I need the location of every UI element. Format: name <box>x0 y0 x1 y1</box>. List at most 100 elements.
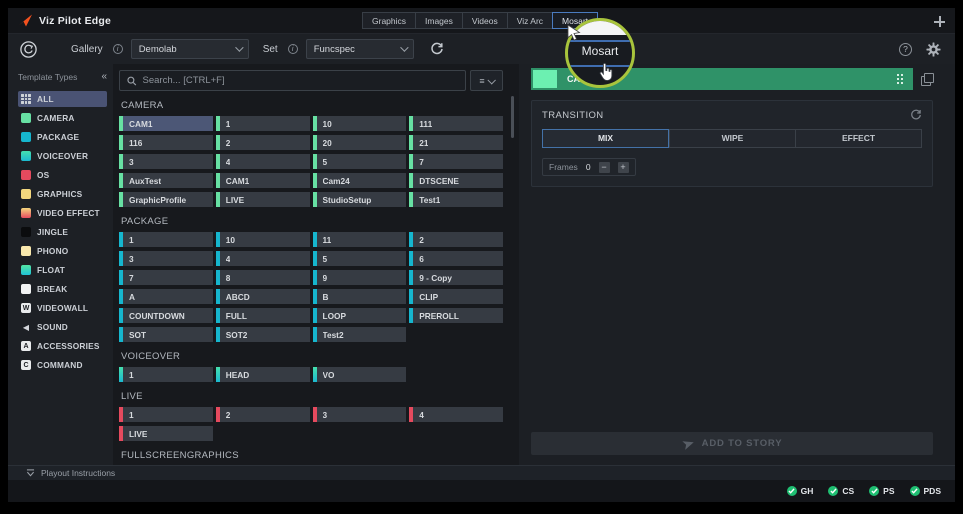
template-item-label: B <box>323 292 329 302</box>
template-type-stripe <box>313 308 317 323</box>
template-item[interactable]: Test2 <box>313 327 407 342</box>
template-item[interactable]: 6 <box>409 251 503 266</box>
template-item[interactable]: 21 <box>409 135 503 150</box>
gallery-select[interactable]: Demolab <box>131 39 249 59</box>
sidebar-item-sound[interactable]: ◀SOUND <box>18 319 107 335</box>
template-item[interactable]: 3 <box>119 251 213 266</box>
playout-instructions-bar[interactable]: Playout Instructions <box>8 465 955 480</box>
set-select[interactable]: Funcspec <box>306 39 414 59</box>
template-item[interactable]: Cam24 <box>313 173 407 188</box>
help-icon[interactable]: ? <box>899 43 912 56</box>
collapse-sidebar-icon[interactable]: « <box>101 71 107 82</box>
template-item[interactable]: 10 <box>216 232 310 247</box>
template-item[interactable]: LIVE <box>119 426 213 441</box>
template-item[interactable]: AuxTest <box>119 173 213 188</box>
template-item[interactable]: 9 - Copy <box>409 270 503 285</box>
sidebar-item-os[interactable]: OS <box>18 167 107 183</box>
refresh-icon[interactable] <box>430 42 444 56</box>
template-item[interactable]: 20 <box>313 135 407 150</box>
add-panel-icon[interactable] <box>934 16 945 27</box>
sidebar-item-jingle[interactable]: JINGLE <box>18 224 107 240</box>
sidebar-item-videowall[interactable]: WVIDEOWALL <box>18 300 107 316</box>
sidebar-item-all[interactable]: ALL <box>18 91 107 107</box>
template-item[interactable]: 4 <box>216 251 310 266</box>
sidebar-item-phono[interactable]: PHONO <box>18 243 107 259</box>
template-item[interactable]: 2 <box>409 232 503 247</box>
template-item[interactable]: Test1 <box>409 192 503 207</box>
sidebar-item-break[interactable]: BREAK <box>18 281 107 297</box>
top-tab-viz-arc[interactable]: Viz Arc <box>507 12 552 29</box>
template-item[interactable]: SOT <box>119 327 213 342</box>
sidebar-item-command[interactable]: CCOMMAND <box>18 357 107 373</box>
template-item[interactable]: PREROLL <box>409 308 503 323</box>
grid-all-icon <box>21 94 31 104</box>
template-item-label: DTSCENE <box>419 176 459 186</box>
template-item[interactable]: B <box>313 289 407 304</box>
template-item[interactable]: SOT2 <box>216 327 310 342</box>
add-to-story-button[interactable]: ADD TO STORY <box>531 432 933 455</box>
template-item[interactable]: 116 <box>119 135 213 150</box>
sidebar-item-float[interactable]: FLOAT <box>18 262 107 278</box>
sidebar-header: Template Types « <box>18 71 107 82</box>
template-type-stripe <box>313 173 317 188</box>
reset-transition-icon[interactable] <box>910 109 922 121</box>
sidebar-item-camera[interactable]: CAMERA <box>18 110 107 126</box>
top-tab-videos[interactable]: Videos <box>462 12 507 29</box>
sidebar-item-video-effect[interactable]: VIDEO EFFECT <box>18 205 107 221</box>
template-item[interactable]: LIVE <box>216 192 310 207</box>
template-type-stripe <box>119 232 123 247</box>
frames-increment-button[interactable]: + <box>618 162 629 173</box>
template-item[interactable]: COUNTDOWN <box>119 308 213 323</box>
sidebar-item-package[interactable]: PACKAGE <box>18 129 107 145</box>
template-item[interactable]: 3 <box>119 154 213 169</box>
top-tab-graphics[interactable]: Graphics <box>362 12 415 29</box>
template-item[interactable]: 4 <box>216 154 310 169</box>
template-type-stripe <box>216 327 220 342</box>
template-item[interactable]: FULL <box>216 308 310 323</box>
transition-tab-mix[interactable]: MIX <box>542 129 669 148</box>
template-type-stripe <box>119 251 123 266</box>
sidebar-item-voiceover[interactable]: VOICEOVER <box>18 148 107 164</box>
transition-tab-effect[interactable]: EFFECT <box>795 129 922 148</box>
transition-tab-wipe[interactable]: WIPE <box>669 129 795 148</box>
view-options-button[interactable]: ≡ <box>470 70 503 91</box>
top-tab-images[interactable]: Images <box>415 12 462 29</box>
template-item[interactable]: CLIP <box>409 289 503 304</box>
template-item[interactable]: 7 <box>409 154 503 169</box>
template-item[interactable]: StudioSetup <box>313 192 407 207</box>
template-item[interactable]: 1 <box>119 232 213 247</box>
gear-icon[interactable] <box>926 42 941 57</box>
template-item[interactable]: LOOP <box>313 308 407 323</box>
template-item[interactable]: 1 <box>216 116 310 131</box>
sidebar-item-accessories[interactable]: AACCESSORIES <box>18 338 107 354</box>
template-item[interactable]: DTSCENE <box>409 173 503 188</box>
template-item[interactable]: 111 <box>409 116 503 131</box>
template-item[interactable]: A <box>119 289 213 304</box>
frames-decrement-button[interactable]: − <box>599 162 610 173</box>
template-item[interactable]: VO <box>313 367 407 382</box>
template-item[interactable]: 5 <box>313 251 407 266</box>
template-item[interactable]: 3 <box>313 407 407 422</box>
template-item-label: 20 <box>323 138 332 148</box>
template-item[interactable]: 5 <box>313 154 407 169</box>
template-item[interactable]: 10 <box>313 116 407 131</box>
template-item[interactable]: GraphicProfile <box>119 192 213 207</box>
template-item[interactable]: 9 <box>313 270 407 285</box>
template-item[interactable]: 11 <box>313 232 407 247</box>
template-item[interactable]: 7 <box>119 270 213 285</box>
template-item[interactable]: HEAD <box>216 367 310 382</box>
drag-grip-icon[interactable] <box>897 74 903 84</box>
template-item[interactable]: 2 <box>216 407 310 422</box>
template-item[interactable]: 4 <box>409 407 503 422</box>
template-item[interactable]: 1 <box>119 407 213 422</box>
sidebar-item-graphics[interactable]: GRAPHICS <box>18 186 107 202</box>
scrollbar-thumb[interactable] <box>511 96 514 138</box>
template-item[interactable]: 2 <box>216 135 310 150</box>
search-input[interactable] <box>143 75 458 86</box>
template-item[interactable]: CAM1 <box>119 116 213 131</box>
template-item[interactable]: ABCD <box>216 289 310 304</box>
template-item[interactable]: 1 <box>119 367 213 382</box>
template-item[interactable]: CAM1 <box>216 173 310 188</box>
template-item[interactable]: 8 <box>216 270 310 285</box>
copy-icon[interactable] <box>921 73 933 85</box>
